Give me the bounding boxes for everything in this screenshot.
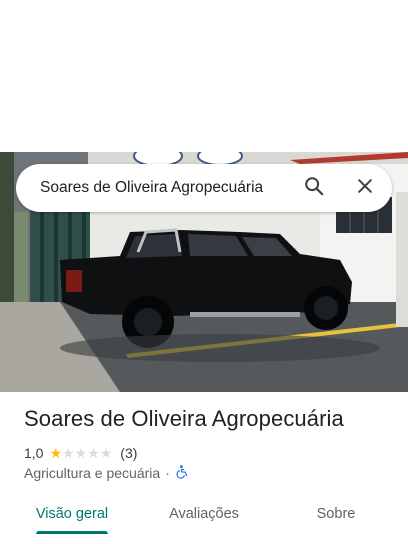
tab-about[interactable]: Sobre — [300, 496, 372, 532]
wheelchair-icon — [175, 464, 188, 482]
tab-bar: Visão geral Avaliações Sobre — [0, 496, 408, 544]
star-empty-icon: ★ — [62, 445, 75, 461]
search-bar[interactable]: Soares de Oliveira Agropecuária — [16, 164, 392, 212]
star-filled-icon: ★ — [49, 445, 63, 461]
category-row: Agricultura e pecuária · — [24, 464, 188, 482]
top-blank-area — [0, 0, 408, 152]
star-empty-icon: ★ — [87, 445, 100, 461]
search-button[interactable] — [302, 176, 326, 200]
separator-dot: · — [165, 465, 170, 481]
active-tab-indicator — [36, 531, 108, 534]
tab-reviews[interactable]: Avaliações — [150, 496, 258, 532]
tab-overview[interactable]: Visão geral — [24, 496, 120, 532]
rating-row[interactable]: 1,0 ★ ★ ★ ★ ★ (3) — [24, 444, 137, 462]
star-empty-icon: ★ — [99, 445, 113, 461]
place-title: Soares de Oliveira Agropecuária — [24, 406, 344, 431]
search-icon — [303, 175, 325, 202]
star-rating: ★ ★ ★ ★ ★ — [49, 446, 112, 460]
rating-value: 1,0 — [24, 445, 44, 461]
review-count[interactable]: (3) — [120, 445, 137, 461]
close-icon — [355, 176, 375, 201]
close-button[interactable] — [353, 176, 377, 200]
place-category: Agricultura e pecuária — [24, 465, 161, 481]
star-empty-icon: ★ — [74, 445, 88, 461]
search-query-text[interactable]: Soares de Oliveira Agropecuária — [40, 164, 263, 212]
